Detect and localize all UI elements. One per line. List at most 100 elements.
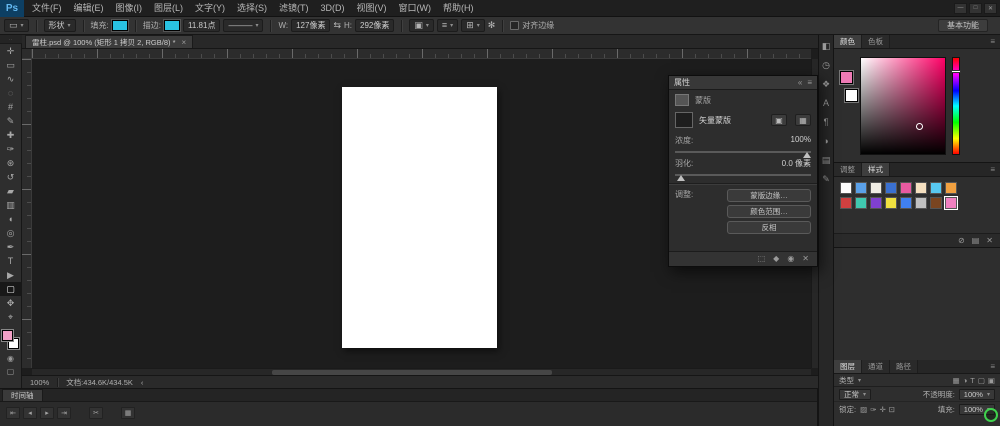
dock-panel-icon[interactable]: ▤ [822, 156, 831, 165]
height-input[interactable]: 292像素 [355, 19, 394, 32]
lock-pixels-icon[interactable]: ✑ [870, 405, 876, 414]
foreground-color-swatch[interactable] [2, 330, 13, 341]
foreground-color-swatch[interactable] [840, 71, 853, 84]
canvas-area[interactable]: 属性 « ≡ 蒙版 矢量蒙版 ▣ ▦ 浓度: 100% [22, 49, 818, 375]
pen-tool[interactable]: ✒ [0, 240, 22, 254]
menu-item[interactable]: 选择(S) [231, 0, 273, 17]
tool-mode-select[interactable]: 形状 ▾ [44, 19, 76, 32]
toolbar-grip[interactable]: ‥ [0, 35, 22, 44]
menu-item[interactable]: 视图(V) [351, 0, 393, 17]
type-tool[interactable]: T [0, 254, 22, 268]
menu-item[interactable]: 图像(I) [110, 0, 149, 17]
load-selection-icon[interactable]: ⬚ [758, 255, 766, 263]
healing-brush-tool[interactable]: ✚ [0, 128, 22, 142]
hue-slider[interactable] [952, 57, 960, 155]
panel-menu-icon[interactable]: ≡ [985, 35, 1000, 48]
background-color-swatch[interactable] [845, 89, 858, 102]
style-swatch[interactable] [840, 197, 852, 209]
clear-style-icon[interactable]: ⊘ [958, 237, 965, 245]
menu-item[interactable]: 图层(L) [148, 0, 189, 17]
style-swatch[interactable] [885, 182, 897, 194]
style-swatch[interactable] [870, 182, 882, 194]
geometry-options-gear-icon[interactable]: ✻ [488, 21, 496, 30]
split-clip-button[interactable]: ✂ [89, 407, 103, 419]
zoom-tool[interactable]: ⌖ [0, 310, 22, 324]
dock-panel-icon[interactable]: ◷ [822, 61, 830, 70]
dock-panel-icon[interactable]: ¶ [824, 118, 829, 127]
marquee-tool[interactable]: ▭ [0, 58, 22, 72]
status-options-caret[interactable]: ‹ [141, 378, 144, 387]
dock-panel-icon[interactable]: ❖ [822, 80, 830, 89]
dock-panel-icon[interactable]: ◑ [823, 137, 828, 146]
dodge-tool[interactable]: ◎ [0, 226, 22, 240]
style-swatch[interactable] [900, 182, 912, 194]
stroke-style-select[interactable]: ——— ▾ [223, 19, 263, 32]
lock-all-icon[interactable]: ⊡ [889, 405, 895, 414]
stroke-swatch[interactable] [164, 20, 180, 31]
opacity-select[interactable]: 100% ▾ [959, 389, 995, 400]
style-swatch[interactable] [945, 197, 957, 209]
panel-menu-icon[interactable]: ≡ [985, 360, 1000, 373]
style-swatch[interactable] [915, 182, 927, 194]
zoom-level[interactable]: 100% [30, 378, 49, 387]
screen-mode-button[interactable]: ▢ [0, 365, 22, 378]
filter-pixel-layers-icon[interactable]: ▦ [953, 376, 960, 385]
lock-position-icon[interactable]: ✛ [879, 405, 885, 414]
dock-panel-icon[interactable]: A [823, 99, 829, 108]
quick-mask-button[interactable]: ◉ [0, 352, 22, 365]
eyedropper-tool[interactable]: ✎ [0, 114, 22, 128]
panel-menu-icon[interactable]: ≡ [807, 78, 812, 87]
color-picker-field[interactable] [860, 57, 946, 155]
horizontal-scrollbar[interactable] [32, 368, 811, 375]
dock-panel-icon[interactable]: ◧ [822, 42, 831, 51]
gradient-tool[interactable]: ▥ [0, 198, 22, 212]
play-button[interactable]: ▸ [40, 407, 54, 419]
dock-panel-icon[interactable]: ✎ [822, 175, 830, 184]
previous-frame-button[interactable]: ◂ [23, 407, 37, 419]
mask-edge-button[interactable]: 蒙版边缘… [727, 189, 811, 202]
eraser-tool[interactable]: ▰ [0, 184, 22, 198]
mask-visibility-icon[interactable]: ◉ [787, 255, 794, 263]
tool-preset-picker[interactable]: ▭ ▾ [4, 19, 29, 32]
path-operations-button[interactable]: ▣ ▾ [409, 19, 434, 32]
panel-menu-icon[interactable]: ≡ [985, 163, 1000, 176]
document-tab[interactable]: 雷柱.psd @ 100% (矩形 1 拷贝 2, RGB/8) * × [25, 35, 193, 48]
width-input[interactable]: 127像素 [291, 19, 330, 32]
menu-item[interactable]: 文件(F) [26, 0, 68, 17]
path-alignment-button[interactable]: ≡ ▾ [437, 19, 458, 32]
new-style-icon[interactable]: ▤ [972, 237, 980, 245]
density-slider[interactable] [675, 151, 811, 153]
crop-tool[interactable]: # [0, 100, 22, 114]
blend-mode-select[interactable]: 正常 ▾ [839, 389, 871, 400]
fill-swatch[interactable] [112, 20, 128, 31]
panel-tab[interactable]: 样式 [862, 163, 890, 176]
align-edges-checkbox[interactable] [510, 21, 519, 30]
style-swatch[interactable] [870, 197, 882, 209]
history-brush-tool[interactable]: ↺ [0, 170, 22, 184]
filter-shape-layers-icon[interactable]: ▢ [978, 376, 985, 385]
menu-item[interactable]: 编辑(E) [68, 0, 110, 17]
clone-stamp-tool[interactable]: ⊛ [0, 156, 22, 170]
menu-item[interactable]: 窗口(W) [393, 0, 438, 17]
tab-close-icon[interactable]: × [182, 38, 187, 47]
stroke-width-input[interactable]: 11.81点 [183, 19, 220, 32]
menu-item[interactable]: 3D(D) [315, 0, 351, 17]
density-slider-knob[interactable] [803, 152, 811, 158]
tab-timeline[interactable]: 时间轴 [2, 389, 43, 401]
filter-type-layers-icon[interactable]: T [970, 376, 975, 385]
minimize-button[interactable]: — [954, 3, 967, 14]
caret-down-icon[interactable]: ▾ [858, 377, 861, 384]
panel-tab[interactable]: 颜色 [834, 35, 862, 48]
brush-tool[interactable]: ✑ [0, 142, 22, 156]
path-selection-tool[interactable]: ▶ [0, 268, 22, 282]
style-swatch[interactable] [900, 197, 912, 209]
delete-mask-icon[interactable]: ✕ [802, 255, 809, 263]
lasso-tool[interactable]: ∿ [0, 72, 22, 86]
add-vector-mask-button[interactable]: ▦ [795, 114, 811, 126]
invert-button[interactable]: 反相 [727, 221, 811, 234]
hand-tool[interactable]: ✥ [0, 296, 22, 310]
style-swatch[interactable] [915, 197, 927, 209]
panel-tab[interactable]: 图层 [834, 360, 862, 373]
style-swatch[interactable] [855, 182, 867, 194]
menu-item[interactable]: 文字(Y) [189, 0, 231, 17]
